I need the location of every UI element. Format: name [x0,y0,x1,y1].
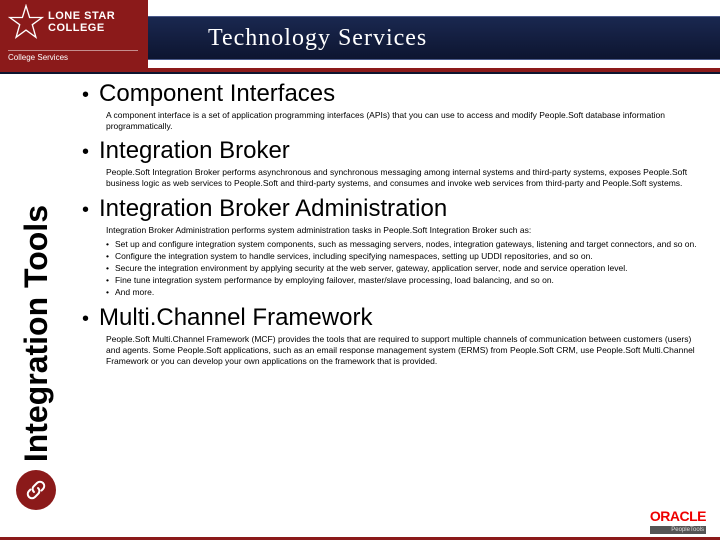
section-component-interfaces: • Component Interfaces A component interf… [82,80,702,131]
college-logo: LONE STARCOLLEGE College Services [0,0,148,68]
section-desc: Integration Broker Administration perfor… [106,225,702,236]
bullet-icon: • [106,287,109,298]
product-label: PeopleTools [650,526,706,534]
sub-list: • Set up and configure integration system… [106,239,702,298]
list-item-text: Configure the integration system to hand… [115,251,593,262]
list-item-text: Set up and configure integration system … [115,239,697,250]
list-item-text: Fine tune integration system performance… [115,275,554,286]
section-integration-broker: • Integration Broker People.Soft Integrat… [82,137,702,188]
section-heading: Component Interfaces [99,80,335,108]
list-item: • Set up and configure integration system… [106,239,702,250]
bullet-icon: • [82,85,89,105]
bullet-icon: • [82,142,89,162]
bullet-icon: • [106,263,109,274]
section-heading: Integration Broker Administration [99,195,447,223]
banner-title: Technology Services [208,25,427,52]
bullet-icon: • [106,275,109,286]
header: LONE STARCOLLEGE College Services Techno… [0,0,720,68]
content: • Component Interfaces A component interf… [82,80,702,514]
side-title-text: Integration Tools [18,205,55,462]
accent-blue [0,72,720,74]
bullet-icon: • [106,251,109,262]
section-desc: A component interface is a set of applic… [106,110,702,131]
list-item-text: Secure the integration environment by ap… [115,263,628,274]
section-desc: People.Soft Integration Broker performs … [106,167,702,188]
list-item: • Fine tune integration system performanc… [106,275,702,286]
list-item: • And more. [106,287,702,298]
link-icon [16,470,56,510]
section-multichannel-framework: • Multi.Channel Framework People.Soft Mul… [82,304,702,366]
footer-logo: ORACLE PeopleTools [650,508,706,534]
bullet-icon: • [82,309,89,329]
logo-text: LONE STARCOLLEGE [48,10,115,34]
section-heading: Multi.Channel Framework [99,304,372,332]
list-item: • Configure the integration system to han… [106,251,702,262]
star-icon [8,4,44,40]
bullet-icon: • [106,239,109,250]
section-desc: People.Soft Multi.Channel Framework (MCF… [106,334,702,366]
section-heading: Integration Broker [99,137,290,165]
side-title: Integration Tools [8,90,64,510]
list-item-text: And more. [115,287,154,298]
bullet-icon: • [82,200,89,220]
list-item: • Secure the integration environment by a… [106,263,702,274]
logo-subtext: College Services [8,50,138,62]
section-integration-broker-admin: • Integration Broker Administration Integ… [82,195,702,299]
oracle-logo: ORACLE [650,508,706,524]
title-bar: Technology Services [148,16,720,60]
